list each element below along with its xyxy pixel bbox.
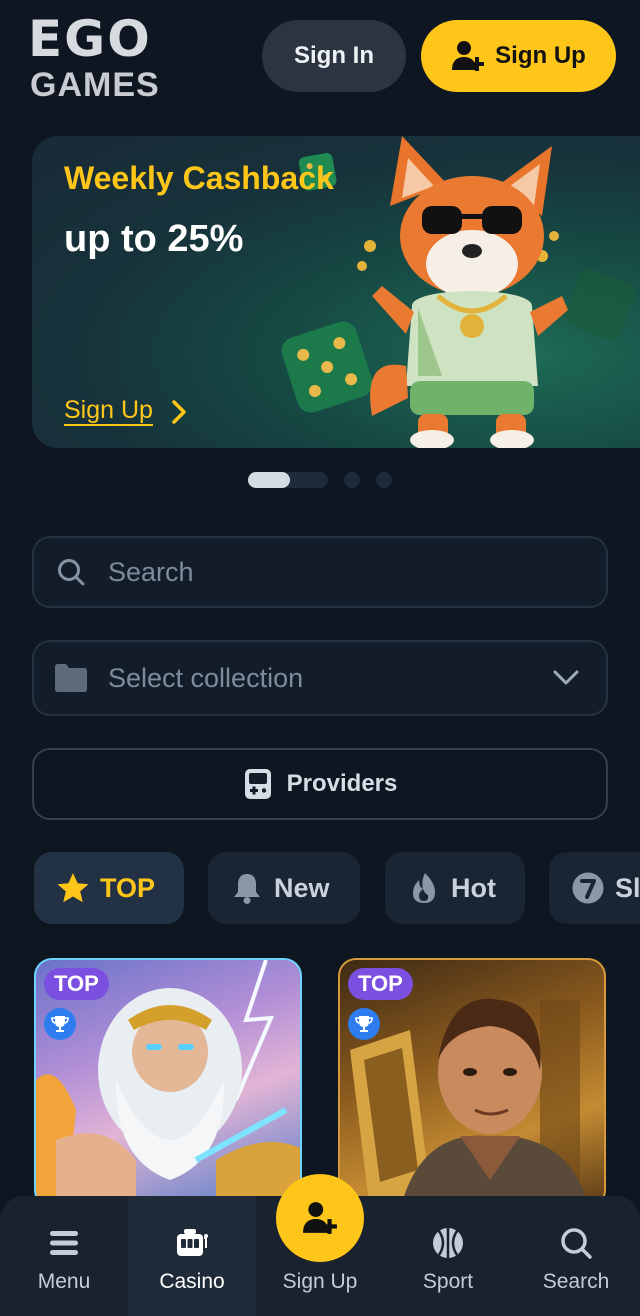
logo-bottom: GAMES	[30, 66, 160, 104]
game-card[interactable]: TOP	[34, 958, 302, 1208]
nav-sign-up-button[interactable]	[276, 1174, 364, 1262]
add-user-icon	[452, 41, 485, 71]
category-tabs: TOP New Hot Sl	[0, 852, 640, 924]
sign-up-label: Sign Up	[495, 42, 586, 69]
tab-top-label: TOP	[100, 872, 156, 903]
search-icon	[561, 1228, 592, 1259]
tab-hot-label: Hot	[451, 872, 496, 903]
carousel-dot-2[interactable]	[344, 472, 360, 488]
add-user-icon	[303, 1202, 337, 1234]
search-input[interactable]: Search	[32, 536, 608, 608]
providers-button[interactable]: Providers	[32, 748, 608, 820]
bell-icon	[234, 874, 260, 904]
collection-select[interactable]: Select collection	[32, 640, 608, 716]
slot-machine-icon	[177, 1229, 208, 1256]
logo[interactable]: EGO GAMES	[28, 10, 208, 104]
banner-sign-up-link[interactable]: Sign Up	[64, 396, 153, 425]
tab-slots[interactable]: Sl	[549, 852, 640, 924]
nav-casino-label: Casino	[159, 1270, 225, 1293]
providers-label: Providers	[286, 770, 398, 797]
search-icon	[58, 559, 85, 586]
nav-sport[interactable]: Sport	[384, 1196, 512, 1316]
chevron-down-icon	[553, 670, 579, 685]
banner-subtitle: up to 25%	[64, 218, 244, 260]
header: EGO GAMES Sign In Sign Up	[0, 0, 640, 112]
flame-icon	[413, 873, 435, 903]
sign-up-button[interactable]: Sign Up	[421, 20, 616, 92]
sign-in-button[interactable]: Sign In	[262, 20, 406, 92]
gamepad-icon	[244, 769, 271, 799]
nav-menu-label: Menu	[37, 1270, 91, 1293]
carousel-dot-active[interactable]	[248, 472, 290, 488]
nav-sport-label: Sport	[422, 1270, 474, 1293]
nav-search[interactable]: Search	[512, 1196, 640, 1316]
promo-banner[interactable]: Weekly Cashback up to 25% Sign Up	[32, 136, 640, 448]
tab-new[interactable]: New	[208, 852, 360, 924]
collection-placeholder: Select collection	[108, 662, 304, 693]
banner-title: Weekly Cashback	[64, 160, 334, 196]
hamburger-icon	[50, 1231, 78, 1255]
star-icon	[57, 873, 89, 903]
trophy-icon	[44, 1008, 76, 1040]
carousel-dot-3[interactable]	[376, 472, 392, 488]
tab-slots-label: Sl	[615, 872, 640, 903]
trophy-icon	[348, 1008, 380, 1040]
seven-icon	[572, 872, 604, 904]
nav-menu[interactable]: Menu	[0, 1196, 128, 1316]
basketball-icon	[433, 1228, 463, 1258]
game-card[interactable]: TOP	[338, 958, 606, 1208]
tab-new-label: New	[274, 872, 330, 903]
tab-top[interactable]: TOP	[34, 852, 184, 924]
nav-casino[interactable]: Casino	[128, 1196, 256, 1316]
tab-hot[interactable]: Hot	[385, 852, 525, 924]
folder-icon	[55, 664, 87, 692]
chevron-right-icon[interactable]	[170, 398, 188, 426]
search-placeholder: Search	[108, 556, 194, 587]
logo-top: EGO	[28, 10, 152, 68]
top-badge: TOP	[44, 968, 109, 1000]
sign-in-label: Sign In	[294, 42, 374, 69]
nav-sign-up-label: Sign Up	[282, 1270, 358, 1293]
top-badge: TOP	[348, 968, 413, 1000]
nav-search-label: Search	[542, 1270, 610, 1293]
